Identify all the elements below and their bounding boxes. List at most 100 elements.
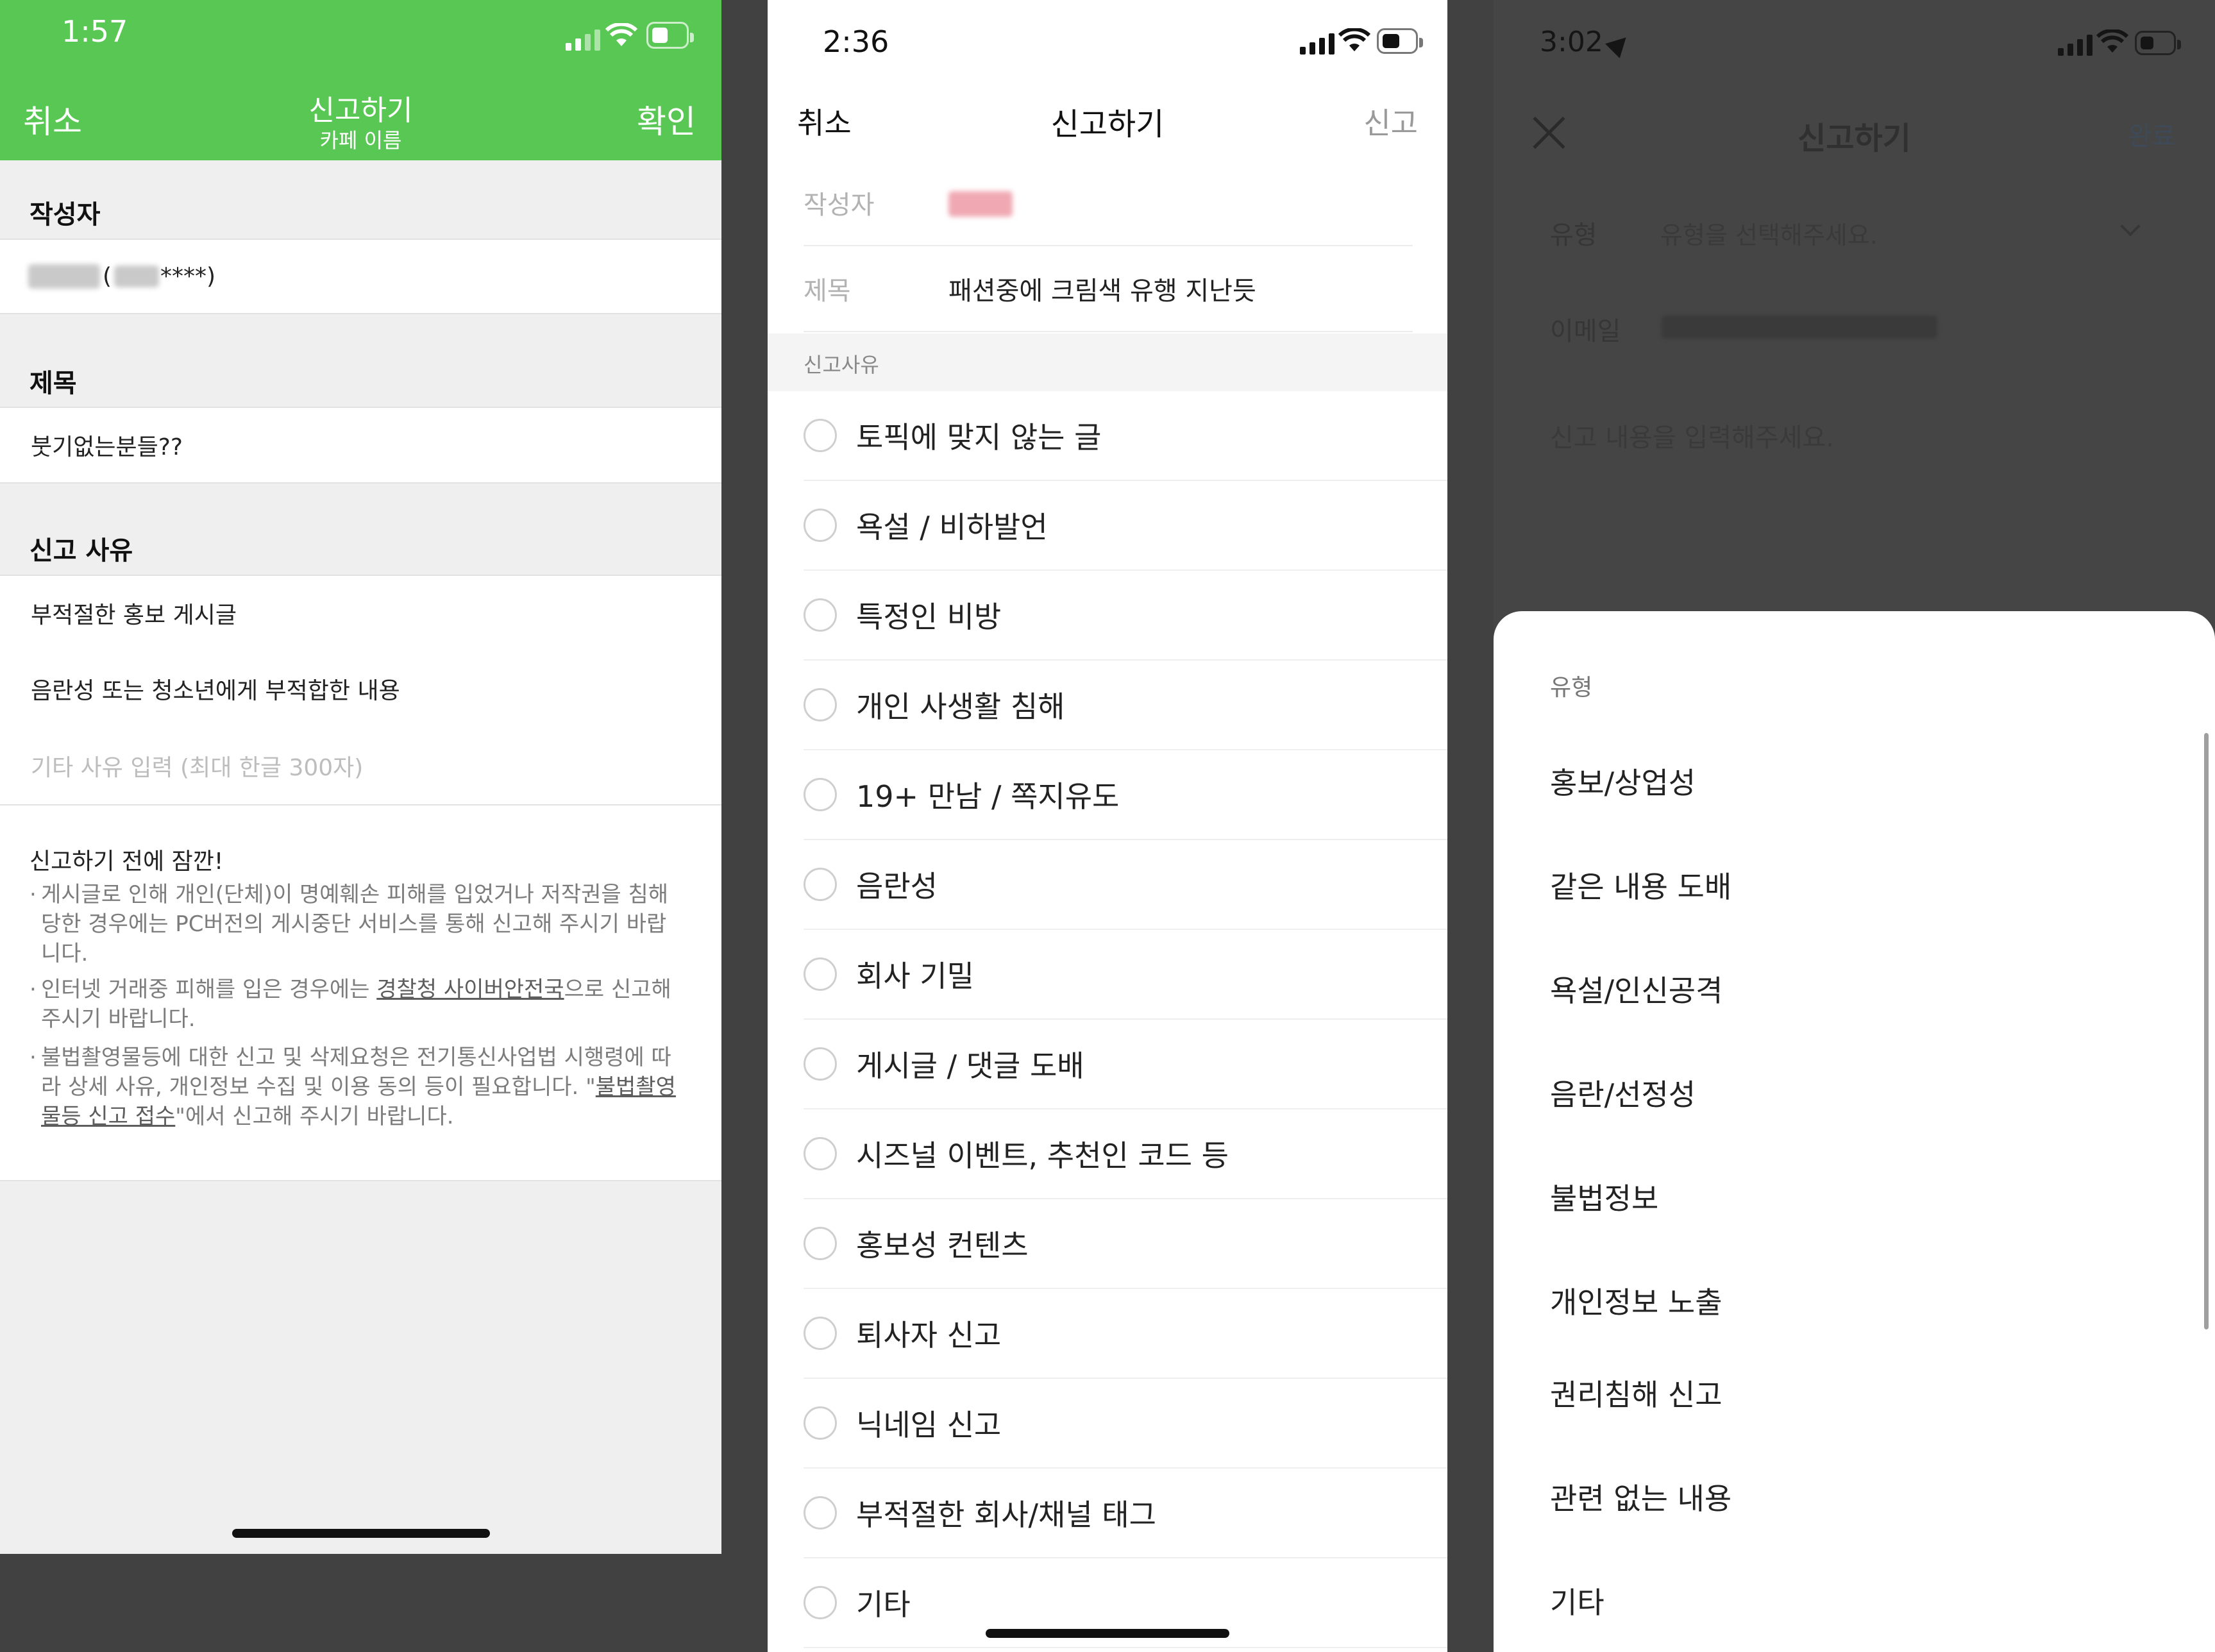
other-reason-input[interactable]: 기타 사유 입력 (최대 한글 300자) <box>0 727 721 805</box>
subject-value: 패션중에 크림색 유행 지난듯 <box>948 276 1256 306</box>
home-indicator <box>986 1629 1229 1638</box>
type-option[interactable]: 욕설/인신공격 <box>1550 968 1722 1010</box>
reason-section-header: 신고사유 <box>768 333 1447 391</box>
reason-option[interactable]: 게시글 / 댓글 도배 <box>804 1020 1447 1109</box>
reason-option-label: 부적절한 회사/채널 태그 <box>856 1497 1156 1532</box>
reason-option-label: 음란성 또는 청소년에게 부적합한 내용 <box>31 678 400 704</box>
subject-row: 붓기없는분들?? <box>0 407 721 484</box>
reason-option[interactable]: 음란성 <box>804 840 1447 930</box>
reason-option[interactable]: 회사 기밀 <box>804 930 1447 1020</box>
radio-unchecked-icon[interactable] <box>804 419 837 452</box>
subject-heading: 제목 <box>29 369 77 398</box>
reason-option-label: 부적절한 홍보 게시글 <box>31 602 237 628</box>
reason-option[interactable]: 홍보성 컨텐츠 <box>804 1199 1447 1289</box>
battery-icon <box>2135 31 2181 55</box>
radio-unchecked-icon[interactable] <box>804 509 837 542</box>
radio-unchecked-icon[interactable] <box>804 1317 837 1350</box>
phone-report-type-sheet-screen: 3:02 신고하기 완료 유형 유형을 선택해주세요. 이메일 신고 내용을 입… <box>1494 0 2215 1652</box>
radio-unchecked-icon[interactable] <box>804 957 837 991</box>
subject-value: 붓기없는분들?? <box>31 434 183 460</box>
signal-icon <box>2058 35 2093 56</box>
wifi-icon <box>605 23 637 46</box>
radio-unchecked-icon[interactable] <box>804 1586 837 1619</box>
radio-unchecked-icon[interactable] <box>804 1406 837 1440</box>
type-option[interactable]: 개인정보 노출 <box>1550 1279 1722 1322</box>
radio-unchecked-icon[interactable] <box>804 1496 837 1530</box>
signal-icon <box>566 30 600 51</box>
type-option[interactable]: 불법정보 <box>1550 1176 1658 1218</box>
reason-option[interactable]: 토픽에 맞지 않는 글 <box>804 391 1447 481</box>
reason-option-label: 게시글 / 댓글 도배 <box>856 1049 1084 1083</box>
report-button[interactable]: 신고 <box>1363 100 1418 142</box>
reason-option-label: 시즈널 이벤트, 추천인 코드 등 <box>856 1138 1229 1173</box>
type-option[interactable]: 기타 <box>1550 1580 1604 1622</box>
confirm-button[interactable]: 확인 <box>637 96 696 142</box>
type-option[interactable]: 같은 내용 도배 <box>1550 864 1731 906</box>
radio-unchecked-icon[interactable] <box>804 1227 837 1260</box>
reason-section-label: 신고사유 <box>804 353 879 377</box>
wifi-icon <box>1338 28 1370 51</box>
done-button[interactable]: 완료 <box>2128 115 2175 153</box>
radio-unchecked-icon[interactable] <box>804 868 837 901</box>
phone-cafe-report-screen: 1:57 취소 신고하기 카페 이름 확인 작성자 ( ****) 제목 붓기없… <box>0 0 721 1554</box>
type-bottom-sheet: 유형 홍보/상업성 같은 내용 도배 욕설/인신공격 음란/선정성 불법정보 개… <box>1494 611 2215 1652</box>
police-cyber-link[interactable]: 경찰청 사이버안전국 <box>376 977 564 1002</box>
reason-option-label: 회사 기밀 <box>856 959 974 993</box>
reason-option[interactable]: 개인 사생활 침해 <box>804 661 1447 750</box>
type-option[interactable]: 관련 없는 내용 <box>1550 1476 1731 1518</box>
radio-unchecked-icon[interactable] <box>804 688 837 721</box>
sheet-title: 유형 <box>1550 675 1593 701</box>
reason-option[interactable]: 부적절한 회사/채널 태그 <box>804 1469 1447 1558</box>
email-label: 이메일 <box>1550 317 1621 346</box>
blurred-author-id <box>114 266 159 287</box>
type-option[interactable]: 홍보/상업성 <box>1550 760 1696 802</box>
content-input[interactable]: 신고 내용을 입력해주세요. <box>1550 417 1834 454</box>
subject-label: 제목 <box>804 276 851 306</box>
signal-icon <box>1300 33 1335 55</box>
radio-unchecked-icon[interactable] <box>804 1047 837 1081</box>
radio-unchecked-icon[interactable] <box>804 778 837 811</box>
page-title: 신고하기 <box>1050 106 1165 142</box>
radio-unchecked-icon[interactable] <box>804 598 837 632</box>
reason-option-label: 욕설 / 비하발언 <box>856 510 1048 544</box>
reason-option[interactable]: 퇴사자 신고 <box>804 1289 1447 1379</box>
reason-option-label: 19+ 만남 / 쪽지유도 <box>856 779 1120 814</box>
subject-row: 제목 패션중에 크림색 유행 지난듯 <box>804 246 1413 332</box>
status-time: 2:36 <box>823 24 889 59</box>
reason-option[interactable]: 19+ 만남 / 쪽지유도 <box>804 750 1447 840</box>
radio-unchecked-icon[interactable] <box>804 1137 837 1170</box>
reason-option-label: 토픽에 맞지 않는 글 <box>856 420 1102 455</box>
notice-item: · 게시글로 인해 개인(단체)이 명예훼손 피해를 입었거나 저작권을 침해 당… <box>29 882 669 966</box>
battery-icon <box>646 22 694 49</box>
type-option[interactable]: 권리침해 신고 <box>1550 1372 1722 1414</box>
reason-option[interactable]: 욕설 / 비하발언 <box>804 481 1447 571</box>
notice-box: 신고하기 전에 잠깐! · 게시글로 인해 개인(단체)이 명예훼손 피해를 입었… <box>0 805 721 1181</box>
author-heading: 작성자 <box>29 200 101 230</box>
home-indicator <box>232 1529 490 1538</box>
status-time: 3:02 <box>1540 26 1603 58</box>
notice-item: · 불법촬영물등에 대한 신고 및 삭제요청은 전기통신사업법 시행령에 따라 상… <box>29 1045 676 1129</box>
reason-option[interactable]: 부적절한 홍보 게시글 <box>0 575 721 652</box>
battery-icon <box>1377 28 1423 54</box>
reason-option[interactable]: 시즈널 이벤트, 추천인 코드 등 <box>804 1109 1447 1199</box>
author-label: 작성자 <box>804 190 875 220</box>
reason-heading: 신고 사유 <box>29 536 133 566</box>
author-id-mask: ****) <box>160 263 216 290</box>
page-title: 신고하기 <box>1798 121 1911 156</box>
notice-item: · 인터넷 거래중 피해를 입은 경우에는 경찰청 사이버안전국으로 신고해 주시… <box>29 977 671 1032</box>
reason-option-label: 음란성 <box>856 869 938 904</box>
blurred-email-value <box>1662 316 1937 339</box>
author-row: ( ****) <box>0 239 721 314</box>
reason-option[interactable]: 특정인 비방 <box>804 571 1447 661</box>
reason-option-label: 특정인 비방 <box>856 600 1002 634</box>
type-select[interactable]: 유형을 선택해주세요. <box>1660 215 1878 251</box>
location-arrow-icon <box>1605 30 1633 58</box>
type-option[interactable]: 음란/선정성 <box>1550 1072 1696 1114</box>
wifi-icon <box>2096 30 2128 53</box>
blurred-author-name <box>948 191 1013 217</box>
author-row: 작성자 <box>804 160 1413 246</box>
phone-community-report-screen: 2:36 취소 신고하기 신고 작성자 제목 패션중에 크림색 유행 지난듯 신… <box>768 0 1447 1652</box>
reason-option[interactable]: 닉네임 신고 <box>804 1379 1447 1469</box>
scrollbar[interactable] <box>2204 733 2209 1329</box>
reason-option[interactable]: 음란성 또는 청소년에게 부적합한 내용 <box>0 650 721 729</box>
